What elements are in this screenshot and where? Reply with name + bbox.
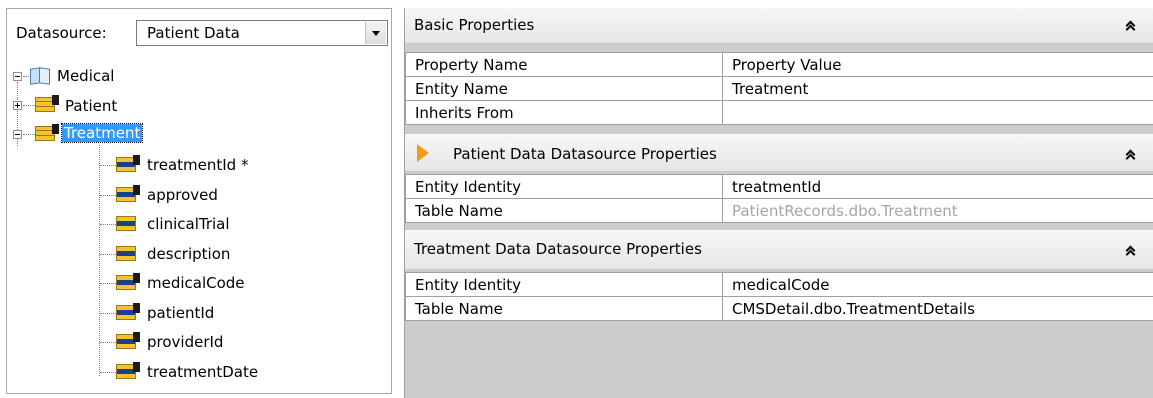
tree-field-clinicaltrial[interactable]: clinicalTrial [147, 215, 230, 233]
field-icon [116, 214, 142, 232]
patient-datasource-table: Entity Identity treatmentId Table Name P… [405, 174, 1153, 223]
property-name: Table Name [405, 198, 723, 223]
property-value[interactable]: treatmentId [722, 174, 1153, 199]
property-value[interactable]: Treatment [722, 76, 1153, 101]
field-icon [116, 273, 142, 291]
table-row[interactable]: Entity Name Treatment [405, 76, 1153, 101]
column-header: Property Value [722, 52, 1153, 77]
collapse-toggle-medical[interactable] [13, 72, 22, 81]
double-chevron-up-icon[interactable] [1125, 245, 1136, 257]
tree-field-providerid[interactable]: providerId [147, 333, 223, 351]
tree-table-treatment[interactable]: Treatment [60, 123, 144, 143]
tree-field-description[interactable]: description [147, 245, 230, 263]
field-icon [116, 244, 142, 262]
table-row[interactable]: Table Name CMSDetail.dbo.TreatmentDetail… [405, 296, 1153, 321]
section-basic-properties[interactable]: Basic Properties [405, 8, 1153, 44]
double-chevron-up-icon[interactable] [1125, 149, 1136, 161]
key-field-icon [116, 155, 142, 173]
field-icon [116, 362, 142, 380]
arrow-right-icon [417, 144, 429, 162]
treatment-datasource-table: Entity Identity medicalCode Table Name C… [405, 272, 1153, 321]
book-icon [30, 66, 50, 84]
table-icon [35, 95, 61, 113]
table-row[interactable]: Inherits From [405, 100, 1153, 125]
basic-properties-table: Property Name Property Value Entity Name… [405, 52, 1153, 125]
property-name: Entity Identity [405, 272, 723, 297]
collapse-toggle-treatment[interactable] [13, 130, 22, 139]
section-patient-datasource[interactable]: Patient Data Datasource Properties [405, 134, 1153, 172]
property-value[interactable]: medicalCode [722, 272, 1153, 297]
property-grid-panel: Basic Properties Property Name Property … [404, 8, 1153, 398]
double-chevron-up-icon[interactable] [1125, 20, 1136, 32]
property-name: Table Name [405, 296, 723, 321]
table-icon [35, 124, 61, 142]
property-value[interactable]: CMSDetail.dbo.TreatmentDetails [722, 296, 1153, 321]
expand-toggle-patient[interactable] [13, 101, 22, 110]
tree-table-patient[interactable]: Patient [65, 97, 117, 115]
property-name: Entity Name [405, 76, 723, 101]
property-value[interactable] [722, 100, 1153, 125]
column-header: Property Name [405, 52, 723, 77]
entity-tree-panel: Datasource: Patient Data Medical Patient… [6, 8, 392, 394]
tree-field-approved[interactable]: approved [147, 186, 218, 204]
tree-field-treatmentdate[interactable]: treatmentDate [147, 363, 258, 381]
tree-root-medical[interactable]: Medical [57, 67, 114, 85]
tree-field-medicalcode[interactable]: medicalCode [147, 274, 245, 292]
section-treatment-datasource[interactable]: Treatment Data Datasource Properties [405, 230, 1153, 270]
field-icon [116, 332, 142, 350]
table-row[interactable]: Entity Identity treatmentId [405, 174, 1153, 199]
section-title: Treatment Data Datasource Properties [414, 240, 702, 258]
property-name: Inherits From [405, 100, 723, 125]
entity-tree: Medical Patient Treatment treatmentId * … [7, 9, 391, 393]
tree-field-treatmentid[interactable]: treatmentId * [147, 156, 248, 174]
section-title: Basic Properties [414, 16, 535, 34]
field-icon [116, 185, 142, 203]
table-row[interactable]: Entity Identity medicalCode [405, 272, 1153, 297]
table-row[interactable]: Table Name PatientRecords.dbo.Treatment [405, 198, 1153, 223]
section-title: Patient Data Datasource Properties [453, 145, 717, 163]
table-header-row: Property Name Property Value [405, 52, 1153, 77]
field-icon [116, 303, 142, 321]
property-name: Entity Identity [405, 174, 723, 199]
tree-field-patientid[interactable]: patientId [147, 304, 214, 322]
property-value[interactable]: PatientRecords.dbo.Treatment [722, 198, 1153, 223]
